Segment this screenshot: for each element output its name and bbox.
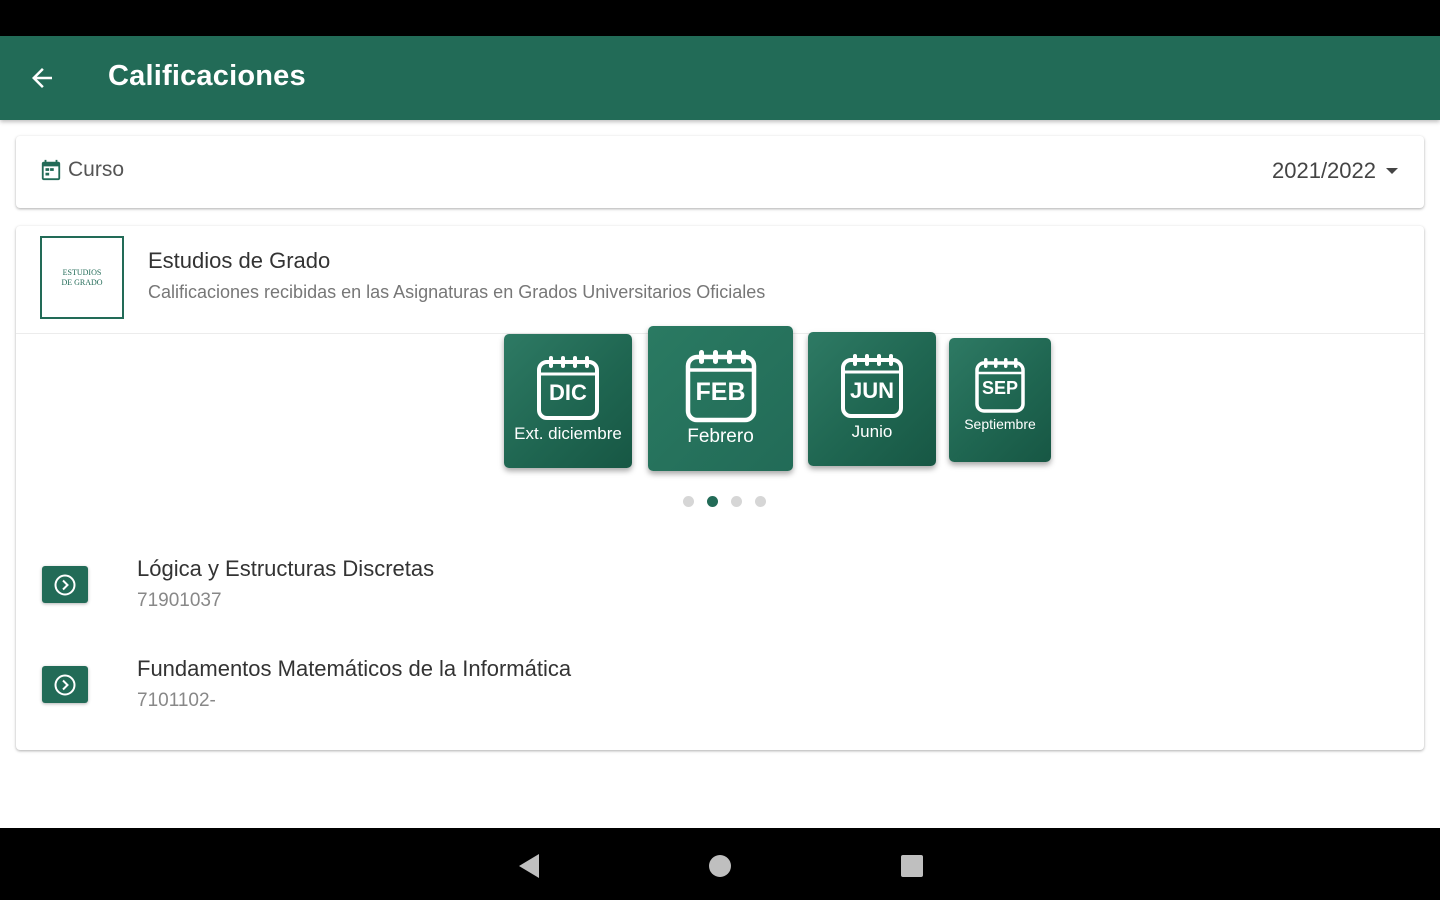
nav-back-button[interactable] <box>510 848 546 884</box>
chevron-right-circle-icon <box>54 574 76 595</box>
grado-logo-line: ESTUDIOS <box>62 267 102 277</box>
carousel-dot[interactable] <box>754 496 766 507</box>
subject-row[interactable]: Lógica y Estructuras Discretas 71901037 <box>16 546 1424 626</box>
curso-label: Curso <box>40 158 124 182</box>
status-bar <box>0 0 1440 36</box>
convocatoria-label: Febrero <box>687 426 754 447</box>
calendar-icon: DIC <box>536 354 600 422</box>
subject-name: Fundamentos Matemáticos de la Informátic… <box>137 656 572 681</box>
grado-logo: ESTUDIOS DE GRADO <box>40 236 124 319</box>
carousel-dot[interactable] <box>682 496 694 507</box>
convocatoria-label: Junio <box>851 422 893 441</box>
open-subject-button[interactable] <box>42 666 88 703</box>
calendar-icon: JUN <box>840 352 904 420</box>
chevron-right-circle-icon <box>54 674 76 695</box>
calendar-icon: SEP <box>974 356 1026 414</box>
subject-row[interactable]: Fundamentos Matemáticos de la Informátic… <box>16 646 1424 726</box>
arrow-left-icon <box>32 68 52 88</box>
convocatoria-label: Septiembre <box>964 416 1036 432</box>
calendar-month-abbr: DIC <box>549 380 587 405</box>
grado-header: ESTUDIOS DE GRADO Estudios de Grado Cali… <box>16 226 1424 334</box>
system-nav-bar <box>0 828 1440 900</box>
open-subject-button[interactable] <box>42 566 88 603</box>
triangle-back-icon <box>519 854 539 878</box>
content-area: Curso 2021/2022 ESTUDIOS DE GRADO Estudi… <box>0 120 1440 828</box>
nav-recents-button[interactable] <box>894 848 930 884</box>
curso-dropdown[interactable]: 2021/2022 <box>1272 158 1398 184</box>
grado-logo-line: DE GRADO <box>61 277 103 287</box>
grado-card: ESTUDIOS DE GRADO Estudios de Grado Cali… <box>16 226 1424 750</box>
convocatoria-tile-sep[interactable]: SEP Septiembre <box>949 338 1051 462</box>
calendar-icon: FEB <box>685 348 757 424</box>
calendar-icon <box>41 159 61 181</box>
chevron-down-icon <box>1386 168 1398 174</box>
curso-card: Curso 2021/2022 <box>16 136 1424 208</box>
carousel-dot[interactable] <box>730 496 742 507</box>
convocatoria-tile-jun[interactable]: JUN Junio <box>808 332 936 466</box>
nav-home-button[interactable] <box>702 848 738 884</box>
square-recents-icon <box>901 855 923 877</box>
grado-title: Estudios de Grado <box>148 248 331 273</box>
page-title: Calificaciones <box>108 60 306 92</box>
subject-code: 71901037 <box>137 590 222 611</box>
convocatoria-label: Ext. diciembre <box>514 424 622 443</box>
carousel-indicator <box>16 496 1424 508</box>
calendar-month-abbr: FEB <box>695 378 746 406</box>
convocatoria-tile-feb[interactable]: FEB Febrero <box>648 326 793 471</box>
calendar-month-abbr: SEP <box>981 378 1019 398</box>
subject-code: 7101102- <box>137 690 216 711</box>
curso-label-text: Curso <box>68 158 125 181</box>
convocatoria-tile-dic[interactable]: DIC Ext. diciembre <box>504 334 632 468</box>
carousel-dot-active[interactable] <box>706 496 718 507</box>
circle-home-icon <box>709 855 731 877</box>
subject-name: Lógica y Estructuras Discretas <box>137 556 435 581</box>
grado-subtitle: Calificaciones recibidas en las Asignatu… <box>148 282 766 302</box>
curso-selected-value: 2021/2022 <box>1272 158 1376 183</box>
calendar-month-abbr: JUN <box>849 378 894 403</box>
app-bar: Calificaciones <box>0 36 1440 120</box>
back-button[interactable] <box>22 58 62 98</box>
